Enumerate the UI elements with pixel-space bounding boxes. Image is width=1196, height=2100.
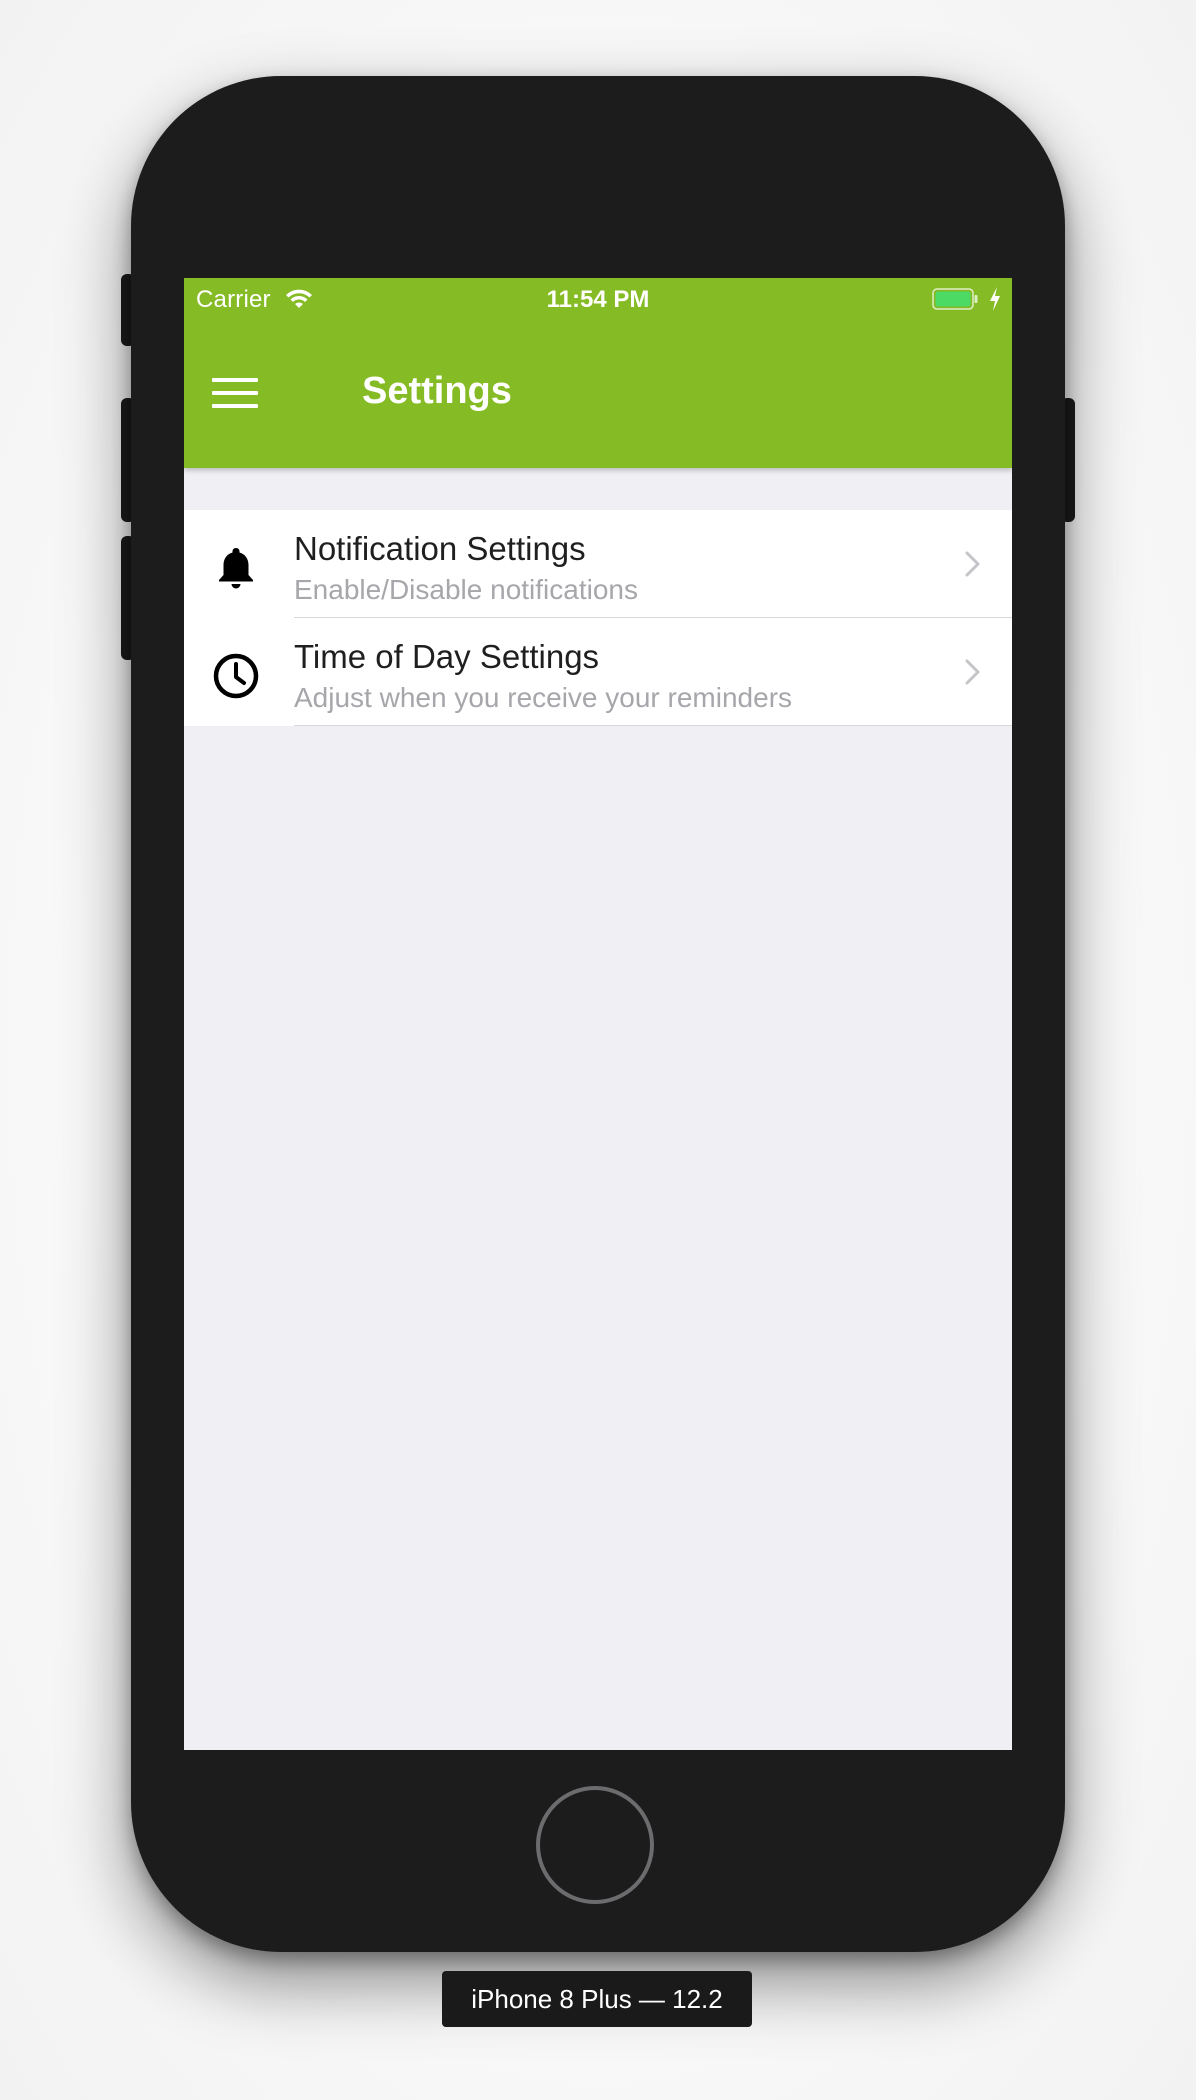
row-subtitle: Adjust when you receive your reminders: [294, 682, 793, 713]
hamburger-menu-icon[interactable]: [212, 376, 258, 410]
status-bar: Carrier 11:54 PM: [184, 278, 1012, 320]
device-label: iPhone 8 Plus — 12.2: [442, 1971, 752, 2027]
page-title: Settings: [362, 370, 512, 412]
row-title: Notification Settings: [294, 530, 586, 567]
app-screen: Carrier 11:54 PM Settings Notification S…: [184, 278, 1012, 1750]
list-item-notification-settings[interactable]: Notification Settings Enable/Disable not…: [184, 510, 1012, 618]
list-item-time-of-day-settings[interactable]: Time of Day Settings Adjust when you rec…: [184, 618, 1012, 726]
chevron-right-icon: [965, 551, 980, 577]
status-time: 11:54 PM: [546, 286, 650, 313]
chevron-right-icon: [965, 659, 980, 685]
bolt-icon: [990, 287, 1000, 311]
simulator-stage: Carrier 11:54 PM Settings Notification S…: [0, 0, 1196, 2100]
home-button[interactable]: [536, 1786, 654, 1904]
clock-icon: [213, 653, 259, 699]
bell-icon: [219, 548, 253, 589]
navigation-bar: Settings: [184, 320, 1012, 468]
row-title: Time of Day Settings: [294, 638, 600, 675]
battery-icon: [932, 288, 978, 310]
row-divider: [294, 725, 1012, 726]
settings-list: Notification Settings Enable/Disable not…: [184, 510, 1012, 726]
row-subtitle: Enable/Disable notifications: [294, 574, 638, 605]
